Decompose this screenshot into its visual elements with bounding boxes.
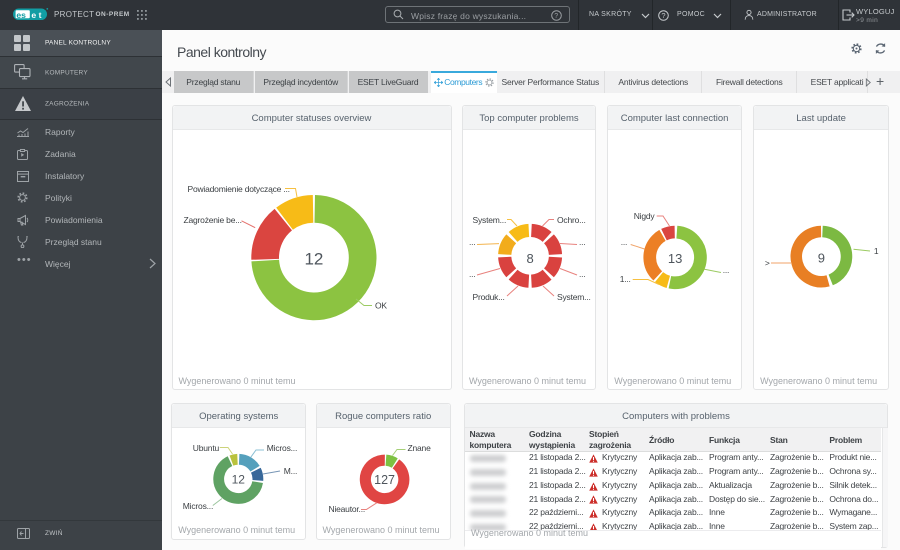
svg-text:8: 8 (526, 251, 533, 266)
svg-text:9: 9 (818, 250, 825, 265)
svg-text:...: ... (469, 269, 476, 279)
svg-text:...: ... (579, 237, 586, 247)
svg-text:t: t (39, 10, 42, 20)
svg-text:System...: System... (557, 292, 591, 302)
svg-text:Ochro...: Ochro... (557, 215, 586, 225)
svg-text:13: 13 (668, 251, 682, 266)
svg-text:Micros...: Micros... (183, 501, 213, 511)
svg-text:M...: M... (284, 466, 297, 476)
svg-text:Nigdy: Nigdy (634, 211, 656, 221)
svg-text:es: es (16, 10, 26, 20)
svg-text:127: 127 (374, 473, 395, 487)
svg-text:...: ... (723, 265, 730, 275)
svg-text:Produk...: Produk... (473, 292, 505, 302)
svg-text:...: ... (579, 269, 586, 279)
svg-text:12: 12 (232, 472, 246, 486)
svg-text:12: 12 (304, 250, 323, 269)
svg-text:Micros...: Micros... (267, 443, 297, 453)
svg-text:System...: System... (473, 215, 507, 225)
svg-text:Powiadomienie dotyczące ...: Powiadomienie dotyczące ... (187, 184, 289, 194)
svg-text:1...: 1... (620, 274, 631, 284)
svg-text:?: ? (661, 11, 665, 20)
svg-text:Zagrożenie be...: Zagrożenie be... (183, 215, 241, 225)
svg-text:Ubuntu: Ubuntu (193, 443, 220, 453)
svg-text:Nieautor...: Nieautor... (328, 504, 365, 514)
svg-text:...: ... (469, 237, 476, 247)
svg-text:>: > (765, 258, 770, 268)
svg-text:?: ? (554, 13, 558, 20)
svg-text:e: e (31, 10, 36, 20)
svg-text:Znane: Znane (407, 443, 431, 453)
svg-text:...: ... (621, 237, 628, 247)
svg-text:1: 1 (874, 246, 879, 256)
svg-text:OK: OK (375, 301, 387, 311)
